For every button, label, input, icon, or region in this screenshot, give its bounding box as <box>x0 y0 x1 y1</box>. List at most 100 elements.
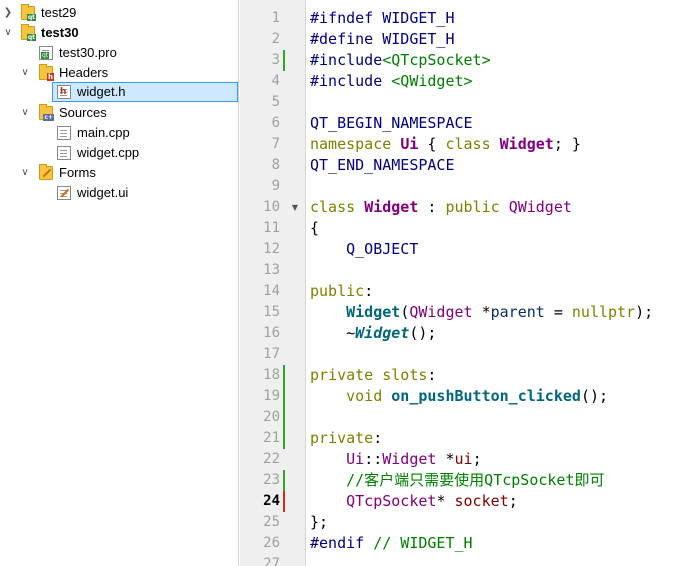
tree-node-headers[interactable]: ∨ h Headers <box>0 63 238 83</box>
code-token: : <box>364 282 374 300</box>
code-token: //客户端只需要使用QTcpSocket即可 <box>346 471 605 489</box>
code-token: { <box>310 219 320 237</box>
code-token: { <box>418 135 446 153</box>
change-marker <box>283 365 285 386</box>
code-token: #include <box>310 72 392 90</box>
code-token: * <box>436 492 455 510</box>
code-line[interactable]: }; <box>310 512 328 533</box>
change-marker <box>283 386 285 407</box>
code-line[interactable]: Widget(QWidget *parent = nullptr); <box>310 302 653 323</box>
code-token: * <box>472 303 491 321</box>
tree-node-label: Forms <box>59 165 96 180</box>
tree-node-main-cpp[interactable]: main.cpp <box>0 123 238 143</box>
tree-node-widget-ui[interactable]: widget.ui <box>0 183 238 203</box>
chevron-down-icon[interactable]: ∨ <box>19 163 31 183</box>
line-number: 2 <box>271 31 280 47</box>
line-number: 27 <box>263 556 280 566</box>
code-line[interactable]: Ui::Widget *ui; <box>310 449 482 470</box>
code-line[interactable]: namespace Ui { class Widget; } <box>310 134 581 155</box>
code-line[interactable]: #ifndef WIDGET_H <box>310 8 455 29</box>
change-marker <box>283 407 285 428</box>
code-line[interactable]: Q_OBJECT <box>310 239 418 260</box>
line-number: 19 <box>263 388 280 404</box>
code-token: ~ <box>310 324 356 342</box>
chevron-down-icon[interactable]: ∨ <box>19 63 31 83</box>
tree-node-label: widget.h <box>77 84 126 99</box>
tree-node-test30[interactable]: ∨ qt test30 <box>0 23 238 43</box>
fold-arrow-icon[interactable]: ▼ <box>290 197 300 218</box>
code-token: socket <box>454 492 509 510</box>
tree-node-test29[interactable]: ❯ qt test29 <box>0 3 238 23</box>
code-token: Widget <box>364 198 419 216</box>
code-line[interactable]: QT_END_NAMESPACE <box>310 155 455 176</box>
code-token: class <box>445 135 491 153</box>
code-token: (); <box>409 324 437 342</box>
line-number: 10 <box>263 199 280 215</box>
code-token: QT_END_NAMESPACE <box>310 156 455 174</box>
code-line[interactable]: private: <box>310 428 382 449</box>
line-number: 8 <box>271 157 280 173</box>
code-line[interactable]: void on_pushButton_clicked(); <box>310 386 608 407</box>
code-token: }; <box>310 513 329 531</box>
line-number: 16 <box>263 325 280 341</box>
line-number: 13 <box>263 262 280 278</box>
code-token: Widget <box>382 450 437 468</box>
code-token: ; <box>472 450 482 468</box>
code-line[interactable]: QTcpSocket* socket; <box>310 491 518 512</box>
tree-node-label: Sources <box>59 105 107 120</box>
form-file-icon <box>57 186 71 200</box>
chevron-down-icon[interactable]: ∨ <box>19 103 31 123</box>
line-number: 11 <box>263 220 280 236</box>
code-line[interactable]: { <box>310 218 319 239</box>
line-number-gutter[interactable]: 1 2 3 4 5 6 7 8 9 10 ▼ 11 12 13 14 15 16 17 18 19 20 21 22 23 24… <box>240 0 306 566</box>
code-token: = <box>544 303 572 321</box>
code-line[interactable]: #include <QWidget> <box>310 71 473 92</box>
chevron-down-icon[interactable]: ∨ <box>2 23 14 43</box>
line-number: 1 <box>271 10 280 26</box>
tree-node-widget-cpp[interactable]: widget.cpp <box>0 143 238 163</box>
code-editor[interactable]: 1 2 3 4 5 6 7 8 9 10 ▼ 11 12 13 14 15 16 17 18 19 20 21 22 23 24… <box>240 0 696 566</box>
line-number: 5 <box>271 94 280 110</box>
code-token: ); <box>635 303 654 321</box>
tree-node-label: test30 <box>41 25 79 40</box>
tree-node-test30-pro[interactable]: qt test30.pro <box>0 43 238 63</box>
tree-node-label: Headers <box>59 65 109 80</box>
code-line[interactable]: QT_BEGIN_NAMESPACE <box>310 113 473 134</box>
code-line[interactable]: #endif // WIDGET_H <box>310 533 473 554</box>
project-tree[interactable]: ❯ qt test29 ∨ qt test30 qt test30.pro ∨ … <box>0 0 239 566</box>
code-token: QTcpSocket <box>346 492 437 510</box>
pro-file-icon: qt <box>39 46 53 60</box>
tree-node-forms[interactable]: ∨ Forms <box>0 163 238 183</box>
code-token: <QWidget> <box>391 72 473 90</box>
code-token: private <box>310 366 374 384</box>
code-token: slots <box>382 366 428 384</box>
code-token: QWidget <box>409 303 473 321</box>
change-marker <box>283 470 285 491</box>
project-folder-icon: qt <box>21 4 36 21</box>
tree-node-sources[interactable]: ∨ c+ Sources <box>0 103 238 123</box>
tree-node-widget-h[interactable]: h widget.h <box>52 82 238 102</box>
tree-node-label: test30.pro <box>59 45 117 60</box>
line-number: 22 <box>263 451 280 467</box>
code-line[interactable]: ~Widget(); <box>310 323 436 344</box>
code-line[interactable]: class Widget : public QWidget <box>310 197 572 218</box>
code-line[interactable]: private slots: <box>310 365 436 386</box>
source-file-icon <box>57 146 71 160</box>
line-number: 17 <box>263 346 280 362</box>
line-number: 3 <box>271 52 280 68</box>
code-line[interactable]: #include<QTcpSocket> <box>310 50 491 71</box>
code-line[interactable]: public: <box>310 281 373 302</box>
tree-node-label: main.cpp <box>77 125 130 140</box>
chevron-right-icon[interactable]: ❯ <box>2 3 14 23</box>
code-line[interactable]: //客户端只需要使用QTcpSocket即可 <box>310 470 605 491</box>
line-number: 18 <box>263 367 280 383</box>
line-number: 4 <box>271 73 280 89</box>
code-line[interactable]: #define WIDGET_H <box>310 29 455 50</box>
